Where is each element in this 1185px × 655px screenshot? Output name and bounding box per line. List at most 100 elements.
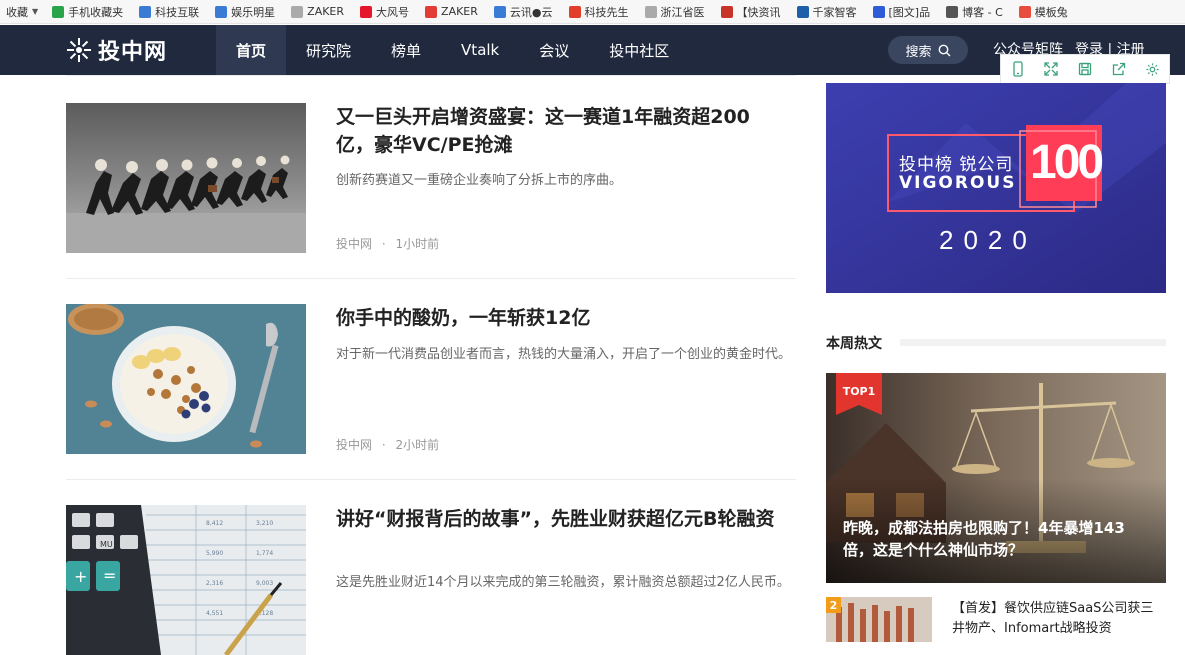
article-description: 这是先胜业财近14个月以来完成的第三轮融资，累计融资总额超过2亿人民币。 xyxy=(336,575,790,590)
search-icon xyxy=(938,44,950,56)
svg-text:9,003: 9,003 xyxy=(256,580,273,587)
nav-item[interactable]: Vtalk xyxy=(441,25,519,75)
hot-article-2-title[interactable]: 【首发】餐饮供应链SaaS公司获三井物产、Infomart战略投资 xyxy=(952,599,1166,639)
article-title[interactable]: 你手中的酸奶，一年斩获12亿 xyxy=(336,304,781,332)
bookmark-item[interactable]: 大风号 xyxy=(352,4,417,20)
bookmark-item[interactable]: ZAKER xyxy=(283,5,352,18)
heart-icon xyxy=(1018,5,1031,18)
bookmark-item[interactable]: 手机收藏夹 xyxy=(44,4,131,20)
article-divider xyxy=(66,479,796,480)
bookmark-item[interactable]: 博客 - C xyxy=(938,4,1011,20)
hot-article-top1[interactable]: TOP1 昨晚，成都法拍房也限购了！4年暴增143倍，这是个什么神仙市场？ xyxy=(826,373,1166,583)
bookmark-label: 云讯●云 xyxy=(509,5,553,19)
svg-text:4,551: 4,551 xyxy=(206,610,223,617)
cloud-icon xyxy=(493,5,506,18)
article-title[interactable]: 讲好“财报背后的故事”，先胜业财获超亿元B轮融资 xyxy=(336,505,781,533)
settings-gear-icon[interactable] xyxy=(1143,60,1161,78)
svg-text:=: = xyxy=(103,566,116,585)
meta-separator: · xyxy=(381,237,386,251)
kuai-icon xyxy=(720,5,733,18)
article-thumbnail-yogurt-bowl[interactable] xyxy=(66,304,306,454)
z-icon xyxy=(425,5,438,18)
bookmark-item[interactable]: ZAKER xyxy=(417,5,486,18)
article-item[interactable]: 8,412 3,210 5,990 1,774 2,316 9,003 4,551 6,12… xyxy=(66,505,796,655)
logo-text: 投中网 xyxy=(98,40,168,65)
bookmark-item[interactable]: 科技互联 xyxy=(131,4,207,20)
bookmark-label: [图文]品 xyxy=(888,5,931,19)
article-divider xyxy=(66,278,796,279)
bookmark-label: 模板兔 xyxy=(1034,5,1068,19)
section-title-bar xyxy=(900,339,1166,346)
article-meta: 投中网 · 2小时前 xyxy=(336,436,439,453)
article-item[interactable]: 又一巨头开启增资盛宴：这一赛道1年融资超200亿，豪华VC/PE抢滩 创新药赛道… xyxy=(66,103,796,253)
bookmark-item[interactable]: 娱乐明星 xyxy=(207,4,283,20)
hot-article-2[interactable]: 2 【首发】餐饮供应链SaaS公司获三井物产、Infomart战略投资 xyxy=(826,597,1166,642)
bookmark-item[interactable]: 云讯●云 xyxy=(486,4,561,20)
phone-icon xyxy=(52,5,65,18)
hot-article-2-thumbnail[interactable] xyxy=(826,597,932,642)
bookmark-label: ZAKER xyxy=(441,5,478,18)
site-logo[interactable]: 投中网 xyxy=(66,35,167,65)
article-time: 1小时前 xyxy=(395,237,440,251)
svg-text:8,412: 8,412 xyxy=(206,520,223,527)
article-source[interactable]: 投中网 xyxy=(336,237,372,251)
bookmark-item[interactable]: 【快资讯 xyxy=(713,4,789,20)
cloud-icon xyxy=(215,5,228,18)
article-thumbnail-calculator-financials[interactable]: 8,412 3,210 5,990 1,774 2,316 9,003 4,551 6,12… xyxy=(66,505,306,655)
nav-item[interactable]: 首页 xyxy=(216,25,287,75)
hot-article-title[interactable]: 昨晚，成都法拍房也限购了！4年暴增143倍，这是个什么神仙市场？ xyxy=(843,517,1153,561)
svg-text:MU: MU xyxy=(100,540,113,549)
bookmark-label: 手机收藏夹 xyxy=(68,5,124,19)
bookmark-label: ZAKER xyxy=(307,5,345,18)
hot-section-title: 本周热文 xyxy=(826,336,882,352)
bookmark-item[interactable]: 模板兔 xyxy=(1011,4,1076,20)
bookmark-list: 手机收藏夹 科技互联 娱乐明星 ZAKER 大风号 ZAKER 云讯●云 科技先生 浙江省医 【快… xyxy=(44,4,1076,20)
article-source[interactable]: 投中网 xyxy=(336,438,372,452)
save-icon[interactable] xyxy=(1076,60,1094,78)
bookmark-item[interactable]: 科技先生 xyxy=(561,4,637,20)
bookmark-item[interactable]: 千家智客 xyxy=(789,4,865,20)
vigorous-100-banner[interactable]: 投中榜 锐公司 VIGOROUS 100 2020 xyxy=(826,83,1166,293)
cloud-icon xyxy=(139,5,152,18)
bookmark-label: 娱乐明星 xyxy=(231,5,276,19)
paw-icon xyxy=(872,5,885,18)
bookmark-label: 科技互联 xyxy=(155,5,200,19)
search-label: 搜索 xyxy=(905,44,932,60)
share-icon[interactable] xyxy=(1110,60,1128,78)
search-button[interactable]: 搜索 xyxy=(888,36,968,64)
svg-text:2,316: 2,316 xyxy=(206,580,223,587)
svg-text:1,774: 1,774 xyxy=(256,550,273,557)
bookmark-label: 大风号 xyxy=(376,5,410,19)
favorites-menu[interactable]: 收藏 ▼ xyxy=(0,4,44,20)
article-title[interactable]: 又一巨头开启增资盛宴：这一赛道1年融资超200亿，豪华VC/PE抢滩 xyxy=(336,103,781,159)
bookmark-label: 【快资讯 xyxy=(736,5,781,19)
banner-line1: 投中榜 锐公司 xyxy=(899,155,1014,175)
page-icon xyxy=(291,5,304,18)
top1-badge-label: TOP1 xyxy=(842,385,876,398)
bookmark-label: 科技先生 xyxy=(584,5,629,19)
caret-down-icon: ▼ xyxy=(32,7,39,16)
article-thumbnail-running-business-people[interactable] xyxy=(66,103,306,253)
fullscreen-icon[interactable] xyxy=(1042,60,1060,78)
circle-icon xyxy=(796,5,809,18)
main-nav: 首页 研究院 榜单 Vtalk 会议 投中社区 xyxy=(216,25,689,75)
banner-year: 2020 xyxy=(939,225,1037,255)
bookmark-label: 浙江省医 xyxy=(660,5,705,19)
svg-text:+: + xyxy=(74,567,87,586)
meta-separator: · xyxy=(381,438,386,452)
bookmark-item[interactable]: [图文]品 xyxy=(865,4,939,20)
page-icon xyxy=(644,5,657,18)
banner-line2: VIGOROUS xyxy=(899,173,1017,193)
nav-item[interactable]: 研究院 xyxy=(286,25,371,75)
banner-big-number: 100 xyxy=(1030,136,1104,189)
phone-icon[interactable] xyxy=(1009,60,1027,78)
hot-rank-badge: 2 xyxy=(826,597,841,613)
svg-text:3,210: 3,210 xyxy=(256,520,273,527)
t-icon xyxy=(568,5,581,18)
top-divider xyxy=(66,75,796,76)
nav-item[interactable]: 榜单 xyxy=(371,25,441,75)
bookmark-item[interactable]: 浙江省医 xyxy=(637,4,713,20)
article-item[interactable]: 你手中的酸奶，一年斩获12亿 对于新一代消费品创业者而言，热钱的大量涌入，开启了… xyxy=(66,304,796,454)
nav-item[interactable]: 投中社区 xyxy=(589,25,689,75)
nav-item[interactable]: 会议 xyxy=(519,25,589,75)
